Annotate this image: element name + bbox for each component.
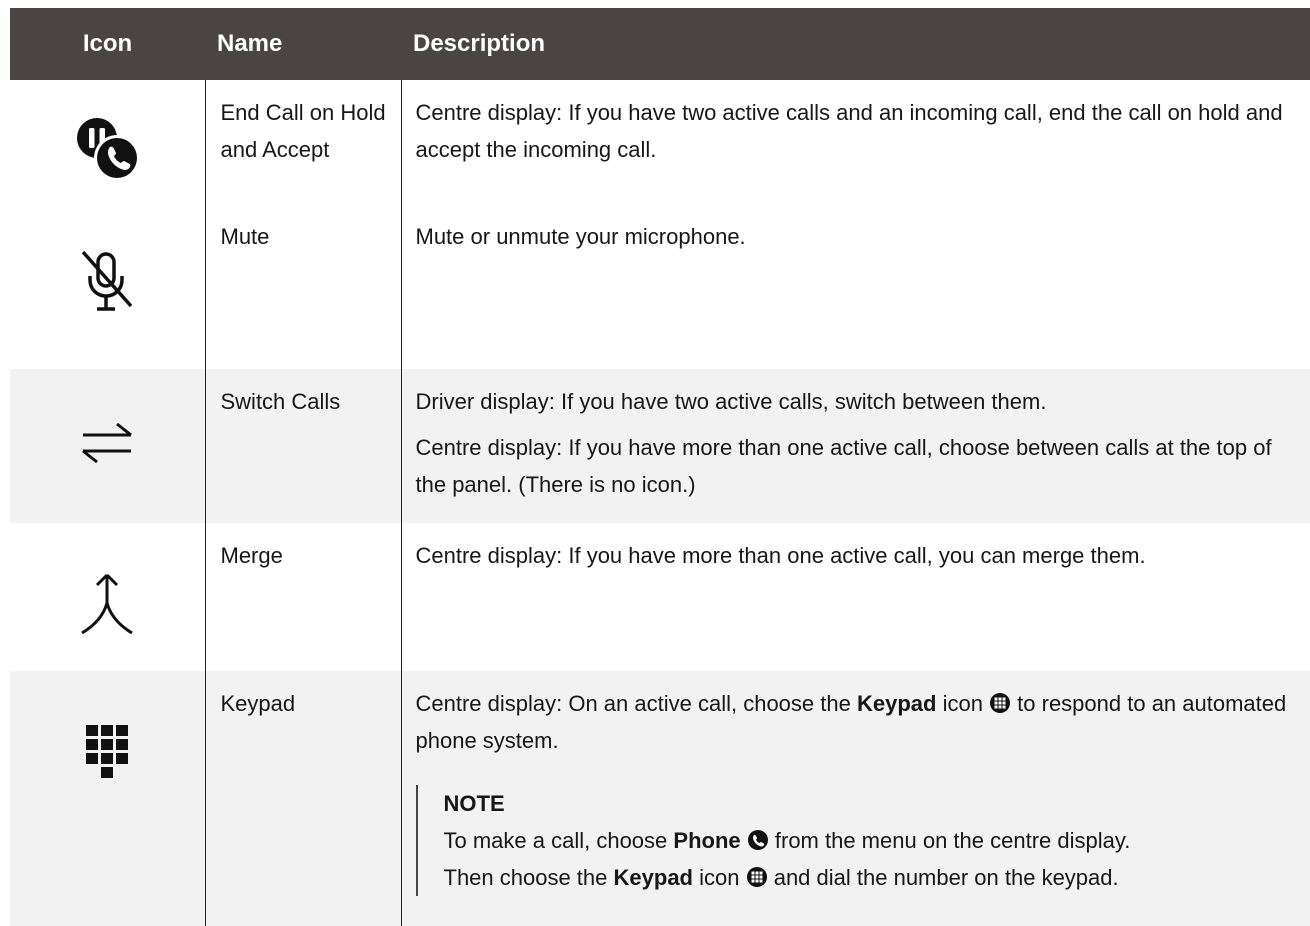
table-row: Switch Calls Driver display: If you have…	[10, 369, 1310, 523]
row-description: Centre display: If you have more than on…	[401, 523, 1310, 671]
keypad-inline-icon	[746, 867, 767, 887]
table-row: Merge Centre display: If you have more t…	[10, 523, 1310, 671]
icon-reference-table: Icon Name Description End Call on Hold a…	[10, 8, 1310, 926]
row-description: Centre display: On an active call, choos…	[401, 671, 1310, 926]
icon-reference-table-wrapper: Icon Name Description End Call on Hold a…	[10, 8, 1310, 926]
icon-cell	[10, 80, 206, 204]
note-box: NOTE To make a call, choose Phone from t…	[415, 785, 1301, 896]
note-line-1: To make a call, choose Phone from the me…	[443, 828, 1131, 853]
row-name: Switch Calls	[205, 369, 402, 523]
row-description: Driver display: If you have two active c…	[401, 369, 1310, 523]
keypad-icon	[86, 725, 129, 778]
header-description: Description	[401, 8, 1310, 80]
icon-cell	[10, 369, 206, 523]
phone-label: Phone	[673, 828, 741, 853]
row-name: End Call on Hold and Accept	[205, 80, 402, 204]
note-line-2: Then choose the Keypad icon and dial the…	[443, 865, 1119, 890]
table-header-row: Icon Name Description	[10, 8, 1310, 80]
keypad-label: Keypad	[613, 865, 693, 890]
description-text: Driver display: If you have two active c…	[415, 389, 1047, 414]
description-text: Centre display: If you have two active c…	[415, 100, 1283, 162]
icon-cell	[10, 523, 206, 671]
phone-inline-icon	[747, 830, 768, 850]
switch-calls-icon	[82, 422, 133, 464]
row-description: Centre display: If you have two active c…	[401, 80, 1310, 204]
description-text: Centre display: If you have more than on…	[415, 543, 1146, 568]
description-text: Mute or unmute your microphone.	[415, 224, 746, 249]
row-description: Mute or unmute your microphone.	[401, 204, 1310, 369]
description-text: Centre display: On an active call, choos…	[415, 691, 1287, 753]
mute-icon	[81, 250, 133, 311]
end-hold-accept-icon	[77, 118, 141, 181]
header-name: Name	[205, 8, 401, 80]
keypad-label: Keypad	[856, 691, 937, 716]
icon-cell	[10, 204, 206, 369]
table-row: Mute Mute or unmute your microphone.	[10, 204, 1310, 369]
description-text: Centre display: If you have more than on…	[415, 435, 1272, 497]
icon-cell	[10, 671, 206, 926]
row-name: Keypad	[205, 671, 402, 926]
note-title: NOTE	[443, 791, 505, 816]
row-name: Merge	[205, 523, 402, 671]
table-row: Keypad Centre display: On an active call…	[10, 671, 1310, 926]
keypad-inline-icon	[990, 693, 1011, 713]
table-row: End Call on Hold and Accept Centre displ…	[10, 80, 1310, 204]
merge-icon	[81, 573, 134, 635]
row-name: Mute	[205, 204, 402, 369]
header-icon: Icon	[10, 8, 205, 80]
